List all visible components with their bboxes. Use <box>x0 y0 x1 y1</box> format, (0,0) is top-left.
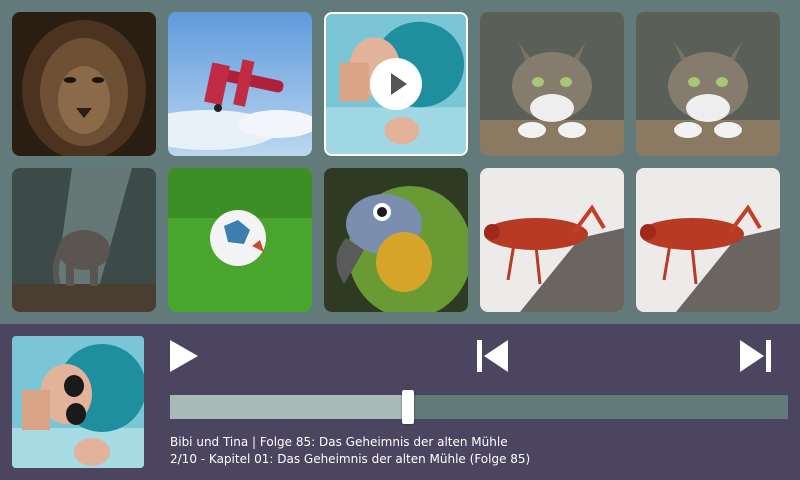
skip-next-icon <box>740 340 771 372</box>
tile-parrot[interactable] <box>324 168 468 312</box>
album-cover <box>12 336 144 468</box>
play-button[interactable] <box>168 338 200 374</box>
tile-grasshopper-2[interactable] <box>636 168 780 312</box>
soccer-ball-image <box>168 168 312 312</box>
progress-fill <box>170 395 408 419</box>
tile-girl-playing[interactable] <box>324 12 468 156</box>
media-grid <box>0 0 800 324</box>
lion-image <box>12 12 156 156</box>
tile-lion[interactable] <box>12 12 156 156</box>
previous-button[interactable] <box>474 338 510 374</box>
tile-biplane[interactable] <box>168 12 312 156</box>
tile-elephant[interactable] <box>12 168 156 312</box>
biplane-image <box>168 12 312 156</box>
cat-image <box>480 12 624 156</box>
tile-soccer-ball[interactable] <box>168 168 312 312</box>
parrot-image <box>324 168 468 312</box>
track-title: Bibi und Tina | Folge 85: Das Geheimnis … <box>170 435 508 449</box>
tile-grasshopper-1[interactable] <box>480 168 624 312</box>
girl-blue-hair-image <box>12 336 144 468</box>
player-bar: Bibi und Tina | Folge 85: Das Geheimnis … <box>0 324 800 480</box>
grasshopper-image <box>636 168 780 312</box>
progress-knob[interactable] <box>401 390 414 424</box>
tile-cat-2[interactable] <box>636 12 780 156</box>
tile-cat-1[interactable] <box>480 12 624 156</box>
play-icon <box>170 340 198 372</box>
tile-play-icon[interactable] <box>370 58 422 110</box>
skip-previous-icon <box>477 340 508 372</box>
track-chapter: 2/10 - Kapitel 01: Das Geheimnis der alt… <box>170 452 531 466</box>
elephant-image <box>12 168 156 312</box>
grasshopper-image <box>480 168 624 312</box>
next-button[interactable] <box>738 338 774 374</box>
cat-image <box>636 12 780 156</box>
progress-bar[interactable] <box>170 390 788 424</box>
